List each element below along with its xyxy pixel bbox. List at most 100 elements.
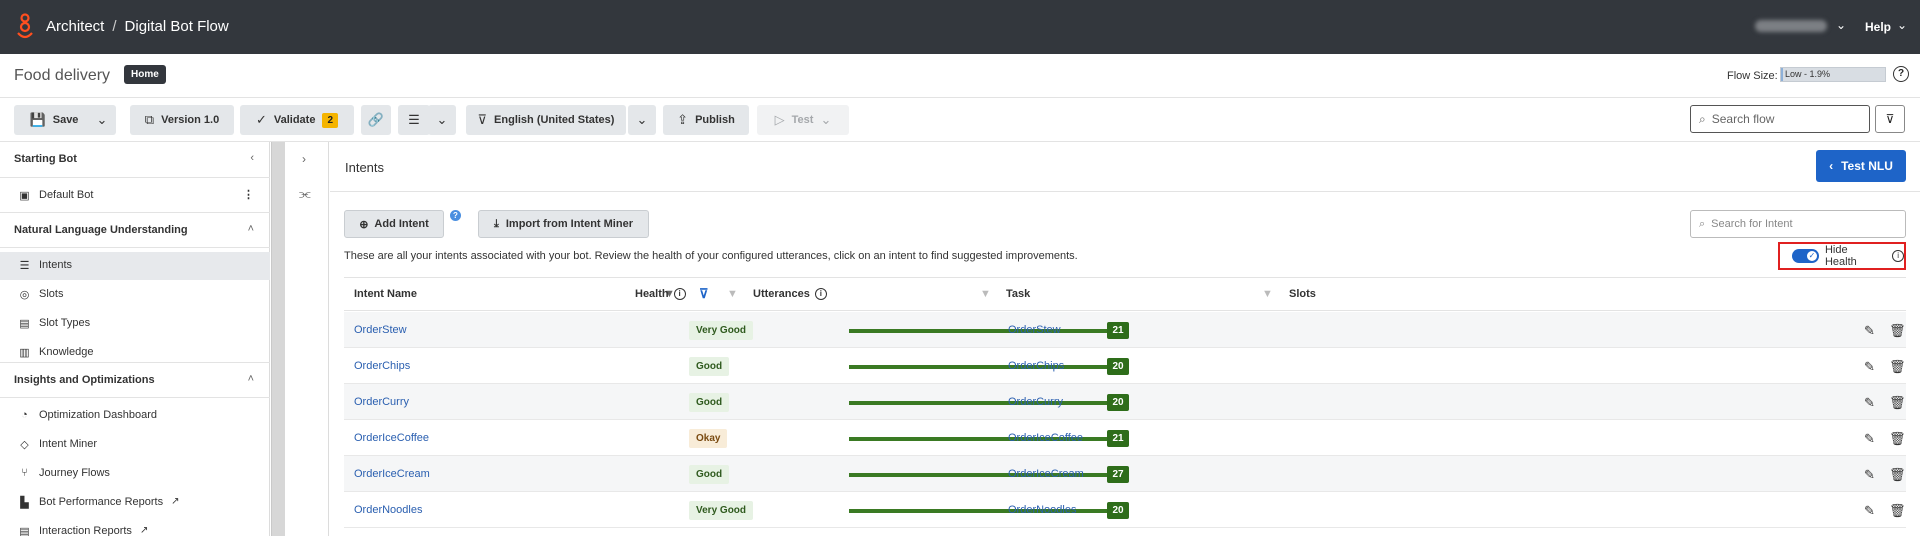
genesys-logo-icon[interactable] — [14, 13, 36, 41]
home-badge[interactable]: Home — [124, 65, 166, 84]
publish-button[interactable]: ⇪ Publish — [663, 105, 749, 135]
intent-name-link[interactable]: OrderIceCoffee — [354, 432, 429, 444]
breadcrumb-architect[interactable]: Architect — [46, 18, 104, 35]
test-label: Test — [791, 114, 814, 126]
chevron-right-icon[interactable]: › — [302, 152, 306, 166]
table-row[interactable]: OrderIceCream Good 27 OrderIceCream ✎ 🗑 — [344, 456, 1906, 492]
task-link[interactable]: OrderStew — [1008, 324, 1061, 336]
sidebar-item-interaction-reports[interactable]: ▤ Interaction Reports ↗ — [0, 518, 270, 536]
info-icon[interactable]: i — [1892, 250, 1905, 262]
version-label: Version 1.0 — [161, 114, 220, 126]
list-button[interactable]: ☰ — [398, 105, 430, 135]
list-options-button[interactable]: ⌄ — [428, 105, 456, 135]
sort-icon[interactable]: ▼ — [1262, 288, 1273, 300]
save-label: Save — [52, 114, 79, 126]
column-health[interactable]: Health i — [635, 288, 686, 300]
sidebar-item-default-bot[interactable]: ▣ Default Bot ⋮ — [0, 182, 270, 210]
chevron-down-icon[interactable]: ⌄ — [1897, 18, 1907, 32]
trash-icon[interactable]: 🗑 — [1889, 359, 1906, 375]
test-nlu-button[interactable]: ‹ Test NLU — [1816, 150, 1906, 182]
edit-icon[interactable]: ✎ — [1864, 359, 1875, 375]
starting-bot-header[interactable]: Starting Bot ‹ — [0, 142, 270, 178]
search-intent-input[interactable]: ⌕ Search for Intent — [1690, 210, 1906, 238]
table-row[interactable]: OrderCurry Good 20 OrderCurry ✎ 🗑 — [344, 384, 1906, 420]
task-link[interactable]: OrderChips — [1008, 360, 1064, 372]
info-icon[interactable]: i — [673, 288, 686, 300]
sidebar-item-journey-flows[interactable]: ⑂ Journey Flows — [0, 460, 270, 488]
chevron-down-icon: ⌄ — [820, 112, 832, 127]
hierarchy-icon[interactable]: ⫘ — [299, 186, 311, 202]
column-task[interactable]: Task — [1006, 288, 1030, 300]
chevron-up-icon[interactable]: ˄ — [248, 373, 254, 385]
user-menu[interactable] — [1755, 20, 1827, 32]
language-options-button[interactable]: ⌄ — [628, 105, 656, 135]
language-label: English (United States) — [494, 114, 615, 126]
chevron-up-icon[interactable]: ˄ — [248, 223, 254, 235]
table-row[interactable]: OrderStew Very Good 21 OrderStew ✎ 🗑 — [344, 312, 1906, 348]
sidebar-item-bot-performance-reports[interactable]: ▙ Bot Performance Reports ↗ — [0, 489, 270, 517]
link-button[interactable]: 🔗 — [361, 105, 391, 135]
task-link[interactable]: OrderIceCoffee — [1008, 432, 1083, 444]
help-circle-icon[interactable]: ? — [1893, 66, 1909, 82]
version-button[interactable]: ⧉ Version 1.0 — [130, 105, 234, 135]
add-intent-button[interactable]: ⊕ Add Intent — [344, 210, 444, 238]
column-label: Utterances — [753, 288, 810, 300]
trash-icon[interactable]: 🗑 — [1889, 467, 1906, 483]
trash-icon[interactable]: 🗑 — [1889, 503, 1906, 519]
more-vertical-icon[interactable]: ⋮ — [243, 188, 254, 201]
table-row[interactable]: OrderChips Good 20 OrderChips ✎ 🗑 — [344, 348, 1906, 384]
search-flow-input[interactable]: ⌕ Search flow — [1690, 105, 1870, 133]
sidebar-item-slot-types[interactable]: ▤ Slot Types — [0, 310, 270, 338]
edit-icon[interactable]: ✎ — [1864, 503, 1875, 519]
edit-icon[interactable]: ✎ — [1864, 323, 1875, 339]
utterance-count: 27 — [1107, 466, 1129, 483]
edit-icon[interactable]: ✎ — [1864, 395, 1875, 411]
chevron-left-icon[interactable]: ‹ — [250, 152, 254, 164]
column-slots[interactable]: Slots — [1289, 288, 1316, 300]
help-icon[interactable]: ? — [450, 210, 461, 221]
trash-icon[interactable]: 🗑 — [1889, 395, 1906, 411]
health-badge: Very Good — [689, 321, 754, 340]
intent-name-link[interactable]: OrderCurry — [354, 396, 409, 408]
toggle-switch[interactable]: ✓ — [1792, 249, 1819, 263]
intents-icon: ☰ — [19, 260, 30, 272]
save-options-button[interactable]: ⌄ — [88, 105, 116, 135]
intent-name-link[interactable]: OrderStew — [354, 324, 407, 336]
filter-icon[interactable]: ⊽ — [699, 286, 709, 302]
sidebar-item-slots[interactable]: ◎ Slots — [0, 281, 270, 309]
sidebar-item-intents[interactable]: ☰ Intents — [0, 252, 270, 280]
add-intent-label: Add Intent — [374, 218, 429, 230]
task-link[interactable]: OrderNoodles — [1008, 504, 1076, 516]
intent-name-link[interactable]: OrderChips — [354, 360, 410, 372]
task-link[interactable]: OrderCurry — [1008, 396, 1063, 408]
hide-health-toggle[interactable]: ✓ Hide Health i — [1778, 242, 1906, 270]
insights-header[interactable]: Insights and Optimizations ˄ — [0, 362, 270, 398]
trash-icon[interactable]: 🗑 — [1889, 431, 1906, 447]
nlu-header[interactable]: Natural Language Understanding ˄ — [0, 212, 270, 248]
language-button[interactable]: ⊽ English (United States) — [466, 105, 626, 135]
sort-icon[interactable]: ▼ — [727, 288, 738, 300]
table-row[interactable]: OrderNoodles Very Good 20 OrderNoodles ✎ 🗑 — [344, 492, 1906, 528]
intent-name-link[interactable]: OrderIceCream — [354, 468, 430, 480]
save-button[interactable]: 💾 Save — [14, 105, 94, 135]
table-row[interactable]: OrderIceCoffee Okay 21 OrderIceCoffee ✎ 🗑 — [344, 420, 1906, 456]
info-icon[interactable]: i — [814, 288, 827, 300]
sort-icon[interactable]: ▼ — [980, 288, 991, 300]
chevron-down-icon[interactable]: ⌄ — [1836, 18, 1846, 32]
column-utterances[interactable]: Utterances i — [753, 288, 827, 300]
trash-icon[interactable]: 🗑 — [1889, 323, 1906, 339]
page-title: Intents — [345, 160, 385, 175]
intent-name-link[interactable]: OrderNoodles — [354, 504, 422, 516]
edit-icon[interactable]: ✎ — [1864, 431, 1875, 447]
filter-icon[interactable]: ⊽ — [1875, 105, 1905, 133]
sidebar-scrollbar[interactable] — [271, 142, 285, 536]
help-menu[interactable]: Help — [1865, 20, 1891, 34]
test-button[interactable]: ▷ Test ⌄ — [757, 105, 849, 135]
task-link[interactable]: OrderIceCream — [1008, 468, 1084, 480]
sidebar-item-intent-miner[interactable]: ◇ Intent Miner — [0, 431, 270, 459]
column-intent-name[interactable]: Intent Name — [354, 288, 417, 300]
validate-button[interactable]: ✓ Validate 2 — [240, 105, 354, 135]
edit-icon[interactable]: ✎ — [1864, 467, 1875, 483]
import-intent-miner-button[interactable]: ⤓ Import from Intent Miner — [478, 210, 649, 238]
sidebar-item-optimization-dashboard[interactable]: ◔ Optimization Dashboard — [0, 402, 270, 430]
